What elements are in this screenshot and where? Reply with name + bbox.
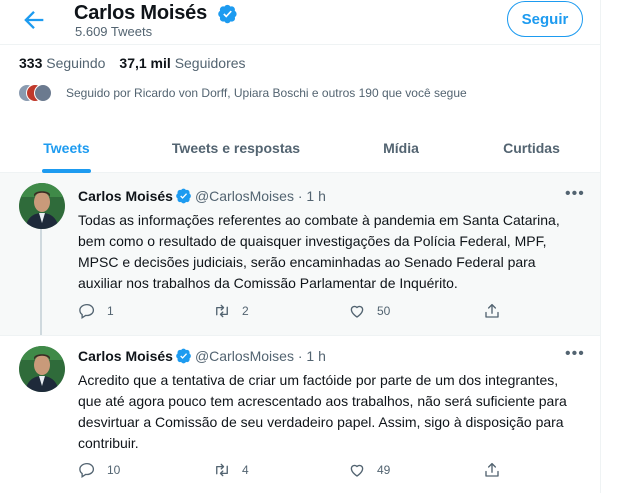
profile-page: Carlos Moisés 5.609 Tweets Seguir 333 Se… <box>0 0 601 493</box>
like-button[interactable]: 50 <box>348 302 390 320</box>
share-icon <box>485 303 499 318</box>
verified-badge-icon <box>218 4 238 24</box>
like-count: 50 <box>377 304 391 318</box>
retweet-icon <box>216 463 228 477</box>
profile-tabs: Tweets Tweets e respostas Mídia Curtidas <box>0 124 600 173</box>
heart-icon <box>350 305 364 318</box>
avatar[interactable] <box>19 183 65 229</box>
reply-count: 1 <box>107 304 114 318</box>
author-handle[interactable]: @CarlosMoises <box>195 348 294 364</box>
thread-connector <box>40 229 42 335</box>
like-count: 49 <box>377 463 391 477</box>
following-label: Seguindo <box>46 55 106 71</box>
meta-separator: · <box>297 188 303 204</box>
following-count: 333 <box>19 55 43 71</box>
header-divider <box>0 44 600 45</box>
retweet-button[interactable]: 4 <box>213 461 249 479</box>
verified-badge-icon <box>176 348 192 364</box>
tab-media[interactable]: Mídia <box>339 124 463 172</box>
avatar[interactable] <box>19 346 65 392</box>
more-options-icon[interactable]: ••• <box>565 185 585 203</box>
retweet-icon <box>216 304 228 318</box>
more-options-icon[interactable]: ••• <box>565 345 585 363</box>
like-button[interactable]: 49 <box>348 461 390 479</box>
tweet-count: 5.609 Tweets <box>75 24 153 39</box>
share-icon <box>485 462 499 477</box>
profile-header: Carlos Moisés 5.609 Tweets Seguir <box>0 0 600 44</box>
tweet-item[interactable]: Carlos Moisés @CarlosMoises · 1 h ••• Acr… <box>0 336 600 493</box>
retweet-button[interactable]: 2 <box>213 302 249 320</box>
reply-icon <box>79 462 95 479</box>
tweet-header: Carlos Moisés @CarlosMoises · 1 h <box>78 188 326 204</box>
tweet-actions: 10 4 49 <box>78 461 518 481</box>
tweet-item[interactable]: Carlos Moisés @CarlosMoises · 1 h ••• Tod… <box>0 173 600 335</box>
followed-by-avatars[interactable] <box>18 84 52 102</box>
tweet-text: Todas as informações referentes ao comba… <box>78 212 560 291</box>
author-name[interactable]: Carlos Moisés <box>78 348 173 364</box>
retweet-count: 2 <box>242 304 249 318</box>
arrow-left-icon[interactable] <box>20 6 48 34</box>
heart-icon <box>350 464 364 477</box>
reply-count: 10 <box>107 463 121 477</box>
reply-button[interactable]: 10 <box>78 461 120 479</box>
tweet-time[interactable]: 1 h <box>306 348 325 364</box>
profile-title: Carlos Moisés <box>74 2 208 24</box>
author-name[interactable]: Carlos Moisés <box>78 188 173 204</box>
followers-count: 37,1 mil <box>119 55 171 71</box>
author-handle[interactable]: @CarlosMoises <box>195 188 294 204</box>
reply-icon <box>79 303 95 320</box>
share-button[interactable] <box>483 302 512 320</box>
followed-by-text[interactable]: Seguido por Ricardo von Dorff, Upiara Bo… <box>66 86 467 100</box>
share-button[interactable] <box>483 461 512 479</box>
followers-link[interactable]: 37,1 mil Seguidores <box>119 55 245 71</box>
meta-separator: · <box>297 348 303 364</box>
follow-button[interactable]: Seguir <box>507 1 583 37</box>
tab-tweets-and-replies[interactable]: Tweets e respostas <box>133 124 339 172</box>
tweet-time[interactable]: 1 h <box>306 188 325 204</box>
followers-label: Seguidores <box>174 55 246 71</box>
retweet-count: 4 <box>242 463 249 477</box>
tweet-actions: 1 2 50 <box>78 302 518 322</box>
follow-stats: 333 Seguindo 37,1 mil Seguidores <box>19 55 246 71</box>
tweet-header: Carlos Moisés @CarlosMoises · 1 h <box>78 348 326 364</box>
reply-button[interactable]: 1 <box>78 302 114 320</box>
tweet-text: Acredito que a tentativa de criar um fac… <box>78 372 567 451</box>
tab-likes[interactable]: Curtidas <box>463 124 600 172</box>
verified-badge-icon <box>176 188 192 204</box>
tab-tweets[interactable]: Tweets <box>0 124 133 172</box>
following-link[interactable]: 333 Seguindo <box>19 55 105 71</box>
avatar <box>34 84 52 102</box>
